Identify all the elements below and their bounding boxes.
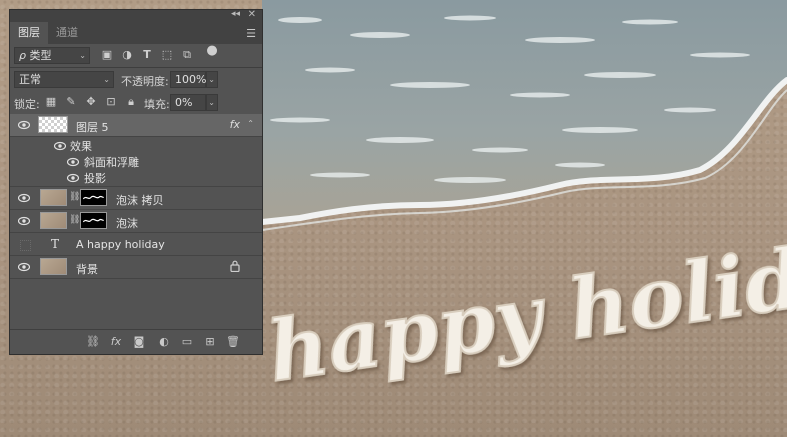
link-layers-icon[interactable]: ⛓ [86, 335, 100, 349]
chevron-down-icon: ⌄ [79, 51, 86, 60]
kind-filter-value: 类型 [29, 49, 52, 62]
layers-list: 图层 5 fx ⌃ 效果 斜面和浮雕 投影 ⛓ 泡沫 拷贝 ⛓ 泡沫 T A h… [10, 114, 262, 279]
layer-mask-thumbnail[interactable] [80, 189, 107, 206]
effect-item[interactable]: 投影 [10, 169, 262, 187]
visibility-toggle-empty[interactable] [20, 240, 31, 251]
layers-panel: ◂◂ ✕ 图层 通道 ☰ ρ 类型 ⌄ ▣ ◑ T ⬚ ⧉ ● 正常 ⌄ 不透明… [9, 9, 263, 355]
layer-name[interactable]: 图层 5 [76, 119, 109, 135]
eye-icon[interactable] [18, 120, 30, 130]
chevron-down-icon: ⌄ [208, 98, 215, 107]
new-adjustment-icon[interactable]: ◐ [157, 335, 171, 349]
eye-icon[interactable] [67, 157, 79, 167]
layer-thumbnail[interactable] [40, 212, 67, 229]
layer-row[interactable]: ⛓ 泡沫 拷贝 [10, 187, 262, 210]
eye-icon[interactable] [54, 141, 66, 151]
fx-icon[interactable]: fx [230, 118, 240, 131]
adjustment-filter-icon[interactable]: ◑ [120, 48, 134, 62]
panel-titlebar[interactable]: ◂◂ ✕ [10, 9, 262, 22]
blend-mode-value: 正常 [19, 73, 41, 86]
lock-row: 锁定: ▦ ✎ ✥ ⊡ 🔒︎ 填充: 0% ⌄ [10, 91, 262, 114]
mask-squiggle-icon [82, 195, 105, 200]
fill-label: 填充: [144, 98, 170, 111]
filter-row: ρ 类型 ⌄ ▣ ◑ T ⬚ ⧉ ● [10, 44, 262, 67]
lock-all-icon[interactable]: 🔒︎ [124, 95, 138, 109]
layer-thumbnail[interactable] [40, 258, 67, 275]
effect-name: 投影 [84, 172, 106, 185]
panel-menu-icon[interactable]: ☰ [246, 27, 256, 40]
opacity-label: 不透明度: [121, 75, 169, 88]
kind-filter-select[interactable]: ρ 类型 ⌄ [14, 47, 90, 64]
chevron-down-icon: ⌄ [208, 75, 215, 84]
chevron-up-icon[interactable]: ⌃ [247, 119, 254, 128]
effect-item[interactable]: 斜面和浮雕 [10, 153, 262, 169]
add-fx-icon[interactable]: fx [109, 335, 123, 349]
close-icon[interactable]: ✕ [248, 9, 256, 20]
eye-icon[interactable] [18, 193, 30, 203]
lock-transparent-icon[interactable]: ▦ [44, 95, 58, 109]
layer-mask-thumbnail[interactable] [80, 212, 107, 229]
panel-bottom-toolbar: ⛓ fx ◙ ◐ ▭ ⊞ 🗑︎ [10, 329, 262, 354]
layer-name[interactable]: 泡沫 [116, 215, 138, 231]
eye-icon[interactable] [18, 262, 30, 272]
effects-row[interactable]: 效果 [10, 137, 262, 153]
type-filter-icon[interactable]: T [140, 48, 154, 62]
tab-layers[interactable]: 图层 [10, 22, 48, 44]
effects-label: 效果 [70, 140, 92, 153]
shape-filter-icon[interactable]: ⬚ [160, 48, 174, 62]
chain-link-icon[interactable]: ⛓ [69, 192, 80, 203]
collapse-icon[interactable]: ◂◂ [231, 9, 240, 19]
fill-input[interactable]: 0% [170, 94, 206, 111]
filter-toggle-icon[interactable]: ● [205, 44, 219, 58]
lock-artboard-icon[interactable]: ⊡ [104, 95, 118, 109]
layer-row[interactable]: ⛓ 泡沫 [10, 210, 262, 233]
delete-layer-icon[interactable]: 🗑︎ [226, 335, 240, 349]
lock-image-icon[interactable]: ✎ [64, 95, 78, 109]
fill-dropdown[interactable]: ⌄ [206, 94, 218, 111]
lock-icon[interactable] [230, 260, 240, 272]
layer-thumbnail[interactable] [40, 189, 67, 206]
new-group-icon[interactable]: ▭ [180, 335, 194, 349]
foam-text: happy holiday [262, 215, 787, 395]
lock-position-icon[interactable]: ✥ [84, 95, 98, 109]
opacity-input[interactable]: 100% [170, 71, 206, 88]
type-layer-icon[interactable]: T [51, 237, 59, 251]
add-mask-icon[interactable]: ◙ [132, 335, 146, 349]
effect-name: 斜面和浮雕 [84, 156, 139, 169]
layer-name[interactable]: 泡沫 拷贝 [116, 192, 164, 208]
chevron-down-icon: ⌄ [103, 75, 110, 84]
layer-row[interactable]: T A happy holiday [10, 233, 262, 256]
search-icon: ρ [19, 49, 26, 62]
pixel-filter-icon[interactable]: ▣ [100, 48, 114, 62]
layer-name[interactable]: 背景 [76, 261, 98, 277]
layer-name[interactable]: A happy holiday [76, 238, 165, 251]
lock-label: 锁定: [14, 98, 40, 111]
smart-object-filter-icon[interactable]: ⧉ [180, 48, 194, 62]
mask-squiggle-icon [82, 218, 105, 223]
layer-thumbnail[interactable] [38, 116, 68, 133]
new-layer-icon[interactable]: ⊞ [203, 335, 217, 349]
layer-row[interactable]: 图层 5 fx ⌃ [10, 114, 262, 137]
layer-row[interactable]: 背景 [10, 256, 262, 279]
foam-text-letters: happy holiday [262, 216, 787, 395]
eye-icon[interactable] [67, 173, 79, 183]
blend-mode-select[interactable]: 正常 ⌄ [14, 71, 114, 88]
tab-channels[interactable]: 通道 [48, 22, 86, 44]
blend-row: 正常 ⌄ 不透明度: 100% ⌄ [10, 68, 262, 91]
eye-icon[interactable] [18, 216, 30, 226]
panel-tabs: 图层 通道 ☰ [10, 22, 262, 44]
opacity-dropdown[interactable]: ⌄ [206, 71, 218, 88]
chain-link-icon[interactable]: ⛓ [69, 215, 80, 226]
